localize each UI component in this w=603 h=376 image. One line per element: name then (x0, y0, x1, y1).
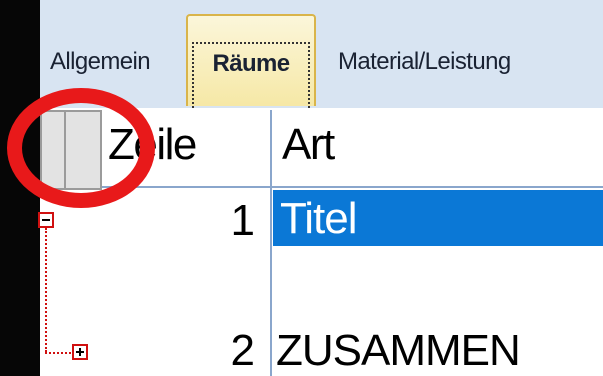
row-number: 1 (230, 196, 255, 245)
cell-art[interactable]: Titel (280, 194, 357, 244)
grid-header: Zeile Art (40, 110, 603, 190)
tab-label: Allgemein (50, 48, 151, 75)
tab-allgemein[interactable]: Allgemein (50, 44, 151, 80)
tab-material-leistung[interactable]: Material/Leistung (338, 44, 511, 80)
tab-bar: Allgemein Räume Material/Leistung (40, 0, 603, 108)
editor-panel: Allgemein Räume Material/Leistung Zeile … (38, 0, 603, 376)
tab-label: Material/Leistung (338, 48, 511, 75)
expand-icon[interactable] (72, 344, 88, 360)
rooms-grid: Zeile Art 1 Titel 2 ZUSAMMEN (38, 108, 603, 376)
tab-raeume[interactable]: Räume (186, 14, 316, 108)
column-divider[interactable] (270, 110, 272, 376)
column-header-zeile[interactable]: Zeile (108, 120, 197, 170)
window-edge (0, 0, 40, 376)
column-header-art[interactable]: Art (282, 120, 335, 170)
tab-label: Räume (192, 42, 310, 108)
row-header-column-cell[interactable] (64, 110, 102, 190)
row-number: 2 (230, 326, 255, 375)
collapse-icon[interactable] (38, 212, 54, 228)
tree-connector (45, 228, 47, 352)
tree-connector (45, 352, 71, 354)
select-all-cell[interactable] (40, 110, 66, 190)
cell-art[interactable]: ZUSAMMEN (276, 326, 521, 376)
